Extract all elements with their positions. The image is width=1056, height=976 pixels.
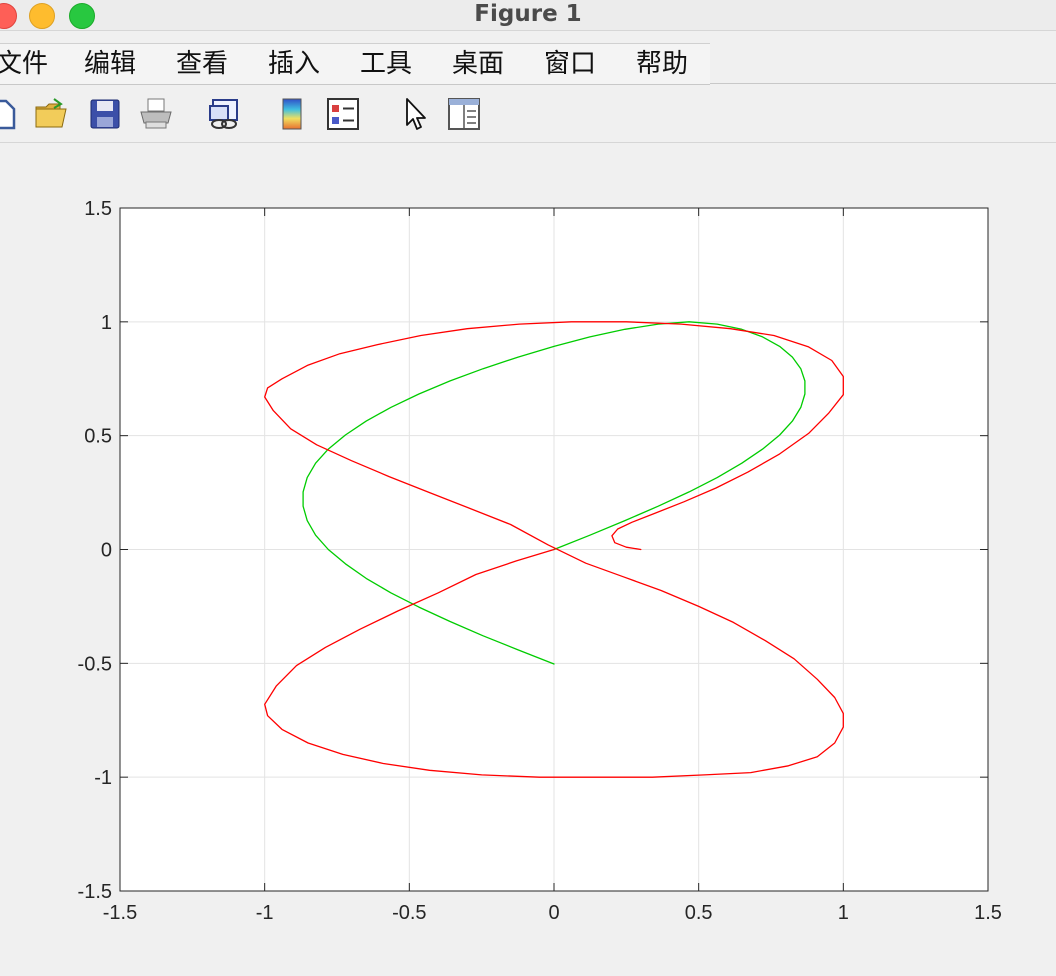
window-title: Figure 1 <box>474 1 582 27</box>
menu-file[interactable]: 文件 <box>0 47 48 81</box>
x-tick-label: -1.5 <box>103 902 137 924</box>
edit-plot-button[interactable] <box>397 96 433 132</box>
y-tick-label: 1 <box>101 312 112 334</box>
x-tick-label: 0.5 <box>685 902 713 924</box>
figure-toolbar <box>0 86 1056 143</box>
menu-window[interactable]: 窗口 <box>544 47 596 81</box>
plot-svg: -1.5 -1 -0.5 0 0.5 1 1.5 -1.5 -1 -0.5 0 0.5 1 1.5 <box>78 198 1002 924</box>
property-inspector-button[interactable] <box>446 96 482 132</box>
figure-canvas: -1.5 -1 -0.5 0 0.5 1 1.5 -1.5 -1 -0.5 0 0.5 1 1.5 <box>0 143 1056 976</box>
save-icon <box>90 99 120 129</box>
link-plot-button[interactable] <box>206 96 242 132</box>
window-titlebar: Figure 1 <box>0 0 1056 31</box>
x-tick-label: 1 <box>838 902 849 924</box>
menu-help[interactable]: 帮助 <box>636 47 688 81</box>
menu-view[interactable]: 查看 <box>176 47 228 81</box>
open-file-button[interactable] <box>33 96 69 132</box>
print-icon <box>140 98 172 129</box>
colorbar-icon <box>282 98 302 130</box>
x-tick-label: 1.5 <box>974 902 1002 924</box>
menu-bar: 文件 编辑 查看 插入 工具 桌面 窗口 帮助 <box>0 43 710 85</box>
y-tick-label: -0.5 <box>78 653 112 675</box>
menu-insert[interactable]: 插入 <box>268 47 320 81</box>
legend-icon <box>327 98 359 130</box>
x-tick-label: -1 <box>256 902 274 924</box>
menu-desktop[interactable]: 桌面 <box>452 47 504 81</box>
y-tick-label: 1.5 <box>84 198 112 220</box>
menu-bar-divider <box>710 83 1056 84</box>
new-figure-button[interactable] <box>0 96 18 132</box>
y-tick-label: -1.5 <box>78 881 112 903</box>
insert-legend-button[interactable] <box>325 96 361 132</box>
new-figure-icon <box>0 99 16 130</box>
menu-edit[interactable]: 编辑 <box>84 47 136 81</box>
insert-colorbar-button[interactable] <box>274 96 310 132</box>
x-tick-label: -0.5 <box>392 902 426 924</box>
open-folder-icon <box>35 98 67 128</box>
link-plot-icon <box>209 99 238 129</box>
menu-tools[interactable]: 工具 <box>360 47 412 81</box>
y-tick-label: -1 <box>94 767 112 789</box>
edit-plot-arrow-icon <box>406 98 426 130</box>
y-tick-label: 0 <box>101 540 112 562</box>
y-tick-label: 0.5 <box>84 426 112 448</box>
save-figure-button[interactable] <box>87 96 123 132</box>
property-inspector-icon <box>448 98 480 130</box>
print-figure-button[interactable] <box>138 96 174 132</box>
x-tick-label: 0 <box>548 902 559 924</box>
